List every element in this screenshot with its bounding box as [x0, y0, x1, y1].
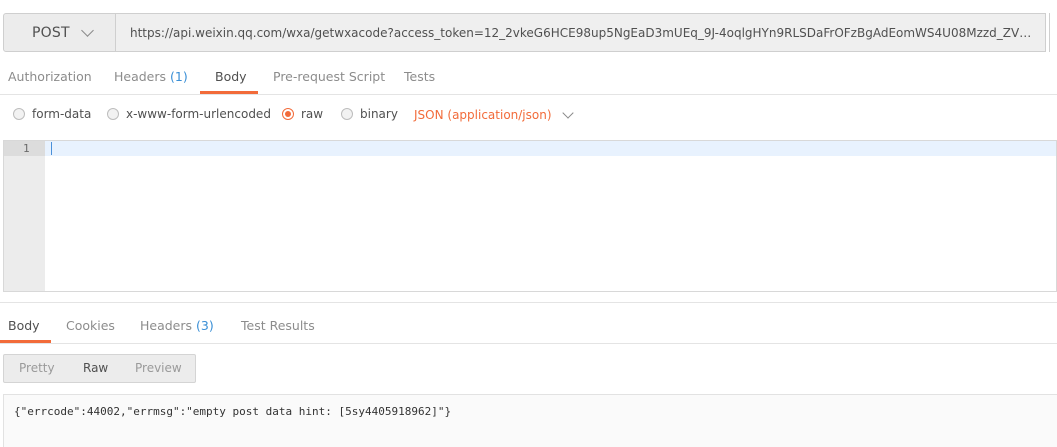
view-preview-button[interactable]: Preview: [135, 355, 182, 382]
tab-pre-request-script[interactable]: Pre-request Script: [273, 60, 385, 94]
active-line-highlight: [45, 141, 1056, 156]
body-type-selector: form-data x-www-form-urlencoded raw bina…: [0, 96, 1057, 136]
radio-label: binary: [360, 107, 398, 121]
tab-label: Tests: [404, 69, 436, 84]
tab-active-indicator: [200, 91, 258, 94]
radio-circle-selected[interactable]: [282, 108, 294, 120]
view-mode-toggle: Pretty Raw Preview: [3, 354, 196, 383]
chevron-down-icon: [561, 106, 574, 119]
tab-tests[interactable]: Tests: [404, 60, 435, 94]
tab-label: Body: [215, 69, 247, 84]
view-pretty-button[interactable]: Pretty: [19, 355, 55, 382]
radio-label: form-data: [32, 107, 92, 121]
response-tab-body[interactable]: Body: [8, 309, 40, 343]
tab-body[interactable]: Body: [215, 60, 247, 94]
tab-label: Cookies: [66, 318, 115, 333]
radio-raw[interactable]: raw: [282, 107, 323, 121]
url-input[interactable]: https://api.weixin.qq.com/wxa/getwxacode…: [116, 13, 1046, 52]
headers-count-badge: (3): [196, 318, 214, 333]
chevron-down-icon: [80, 23, 94, 37]
headers-count-badge: (1): [170, 69, 188, 84]
tab-label: Headers: [114, 69, 167, 84]
tab-label: Body: [8, 318, 40, 333]
request-bar: POST https://api.weixin.qq.com/wxa/getwx…: [0, 10, 1057, 55]
tab-label: Headers: [140, 318, 193, 333]
tab-label: Pre-request Script: [273, 69, 386, 84]
radio-circle[interactable]: [13, 108, 25, 120]
content-type-label: JSON (application/json): [414, 108, 552, 122]
tab-label: Authorization: [8, 69, 92, 84]
top-gap: [0, 0, 1057, 10]
radio-x-www-form-urlencoded[interactable]: x-www-form-urlencoded: [107, 107, 271, 121]
tab-label: Test Results: [241, 318, 315, 333]
line-number: 1: [4, 141, 45, 156]
response-tab-cookies[interactable]: Cookies: [66, 309, 115, 343]
tab-authorization[interactable]: Authorization: [8, 60, 92, 94]
response-tab-headers[interactable]: Headers (3): [140, 309, 214, 343]
response-divider: [0, 302, 1057, 303]
radio-binary[interactable]: binary: [341, 107, 398, 121]
response-body-text: {"errcode":44002,"errmsg":"empty post da…: [14, 405, 452, 418]
radio-label: raw: [301, 107, 324, 121]
radio-label: x-www-form-urlencoded: [126, 107, 271, 121]
radio-form-data[interactable]: form-data: [13, 107, 91, 121]
response-tab-test-results[interactable]: Test Results: [241, 309, 315, 343]
radio-circle[interactable]: [341, 108, 353, 120]
text-cursor: [51, 142, 52, 155]
response-body-panel[interactable]: {"errcode":44002,"errmsg":"empty post da…: [3, 394, 1057, 447]
radio-circle[interactable]: [107, 108, 119, 120]
method-label: POST: [32, 24, 70, 41]
url-text: https://api.weixin.qq.com/wxa/getwxacode…: [130, 25, 1042, 40]
response-tabs: Body Cookies Headers (3) Test Results: [0, 309, 1057, 344]
tab-headers[interactable]: Headers (1): [114, 60, 188, 94]
response-tab-active-indicator: [0, 340, 51, 343]
view-raw-button[interactable]: Raw: [83, 355, 108, 382]
method-dropdown[interactable]: POST: [3, 13, 116, 52]
raw-body-editor[interactable]: 1: [3, 140, 1057, 292]
send-button-edge[interactable]: [1049, 13, 1057, 52]
content-type-dropdown[interactable]: JSON (application/json): [414, 106, 574, 122]
request-tabs: Authorization Headers (1) Body Pre-reque…: [0, 60, 1057, 95]
line-number-gutter: [4, 141, 45, 291]
